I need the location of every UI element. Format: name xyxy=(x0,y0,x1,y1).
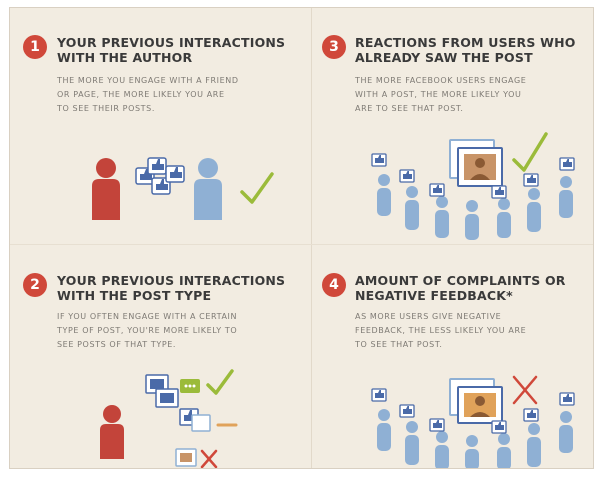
section-1: 1 YOUR PREVIOUS INTERACTIONS WITH THE AU… xyxy=(10,8,310,244)
section-description: AS MORE USERS GIVE NEGATIVE FEEDBACK, TH… xyxy=(355,310,591,352)
section-description-line: THE MORE FACEBOOK USERS ENGAGE xyxy=(355,76,527,85)
photo-post-icon xyxy=(175,448,197,467)
section-description-line: TO SEE THEIR POSTS. xyxy=(57,104,155,113)
section-title-line: WITH THE AUTHOR xyxy=(57,50,193,65)
section-description-line: TO SEE THAT POST. xyxy=(355,340,443,349)
infographic-panel: 1 YOUR PREVIOUS INTERACTIONS WITH THE AU… xyxy=(9,7,594,469)
checkmark-icon xyxy=(240,172,274,204)
blue-person-icon xyxy=(194,158,222,220)
section-4: 4 AMOUNT OF COMPLAINTS OR NEGATIVE FEEDB… xyxy=(312,245,593,468)
section-3: 3 REACTIONS FROM USERS WHO ALREADY SAW T… xyxy=(312,8,593,244)
cross-icon xyxy=(512,375,538,405)
section-title-line: ALREADY SAW THE POST xyxy=(355,50,533,65)
cross-icon xyxy=(200,449,218,468)
checkmark-icon xyxy=(512,132,548,172)
section-description-line: FEEDBACK, THE LESS LIKELY YOU ARE xyxy=(355,326,527,335)
section-description: IF YOU OFTEN ENGAGE WITH A CERTAIN TYPE … xyxy=(57,310,307,352)
section-number-badge: 4 xyxy=(322,273,346,297)
section-3-illustration xyxy=(371,132,575,240)
section-title: REACTIONS FROM USERS WHO ALREADY SAW THE… xyxy=(355,35,591,65)
section-description-line: WITH A POST, THE MORE LIKELY YOU xyxy=(355,90,522,99)
section-title: YOUR PREVIOUS INTERACTIONS WITH THE AUTH… xyxy=(57,35,302,65)
section-2: 2 YOUR PREVIOUS INTERACTIONS WITH THE PO… xyxy=(10,245,310,468)
section-1-illustration xyxy=(92,157,274,220)
section-description-line: SEE POSTS OF THAT TYPE. xyxy=(57,340,177,349)
checkmark-icon xyxy=(206,369,234,395)
chat-post-icon xyxy=(180,379,200,393)
red-person-icon xyxy=(100,405,124,459)
section-title-line: AMOUNT OF COMPLAINTS OR xyxy=(355,273,566,288)
section-number-badge: 2 xyxy=(23,273,47,297)
section-description-line: TYPE OF POST, YOU'RE MORE LIKELY TO xyxy=(57,326,238,335)
photo-post-icon xyxy=(449,139,503,187)
section-description-line: OR PAGE, THE MORE LIKELY YOU ARE xyxy=(57,90,225,99)
section-description: THE MORE YOU ENGAGE WITH A FRIEND OR PAG… xyxy=(57,74,302,116)
section-description-line: AS MORE USERS GIVE NEGATIVE xyxy=(355,312,502,321)
red-person-icon xyxy=(92,158,120,220)
section-title-line: REACTIONS FROM USERS WHO xyxy=(355,35,576,50)
section-4-illustration xyxy=(371,375,575,468)
photo-post-icon xyxy=(449,378,503,424)
section-title-line: YOUR PREVIOUS INTERACTIONS xyxy=(57,273,286,288)
section-title: AMOUNT OF COMPLAINTS OR NEGATIVE FEEDBAC… xyxy=(355,273,591,303)
section-title: YOUR PREVIOUS INTERACTIONS WITH THE POST… xyxy=(57,273,307,303)
like-post-icon xyxy=(179,408,211,432)
section-title-line: WITH THE POST TYPE xyxy=(57,288,212,303)
section-number-badge: 3 xyxy=(322,35,346,59)
section-2-illustration xyxy=(100,369,238,468)
section-description-line: ARE TO SEE THAT POST. xyxy=(355,104,464,113)
photo-post-icon xyxy=(145,374,179,408)
section-description-line: THE MORE YOU ENGAGE WITH A FRIEND xyxy=(57,76,239,85)
section-title-line: NEGATIVE FEEDBACK* xyxy=(355,288,513,303)
section-title-line: YOUR PREVIOUS INTERACTIONS xyxy=(57,35,286,50)
section-description: THE MORE FACEBOOK USERS ENGAGE WITH A PO… xyxy=(355,74,591,116)
like-thumbs-icon xyxy=(135,157,185,195)
section-description-line: IF YOU OFTEN ENGAGE WITH A CERTAIN xyxy=(57,312,238,321)
section-number-badge: 1 xyxy=(23,35,47,59)
